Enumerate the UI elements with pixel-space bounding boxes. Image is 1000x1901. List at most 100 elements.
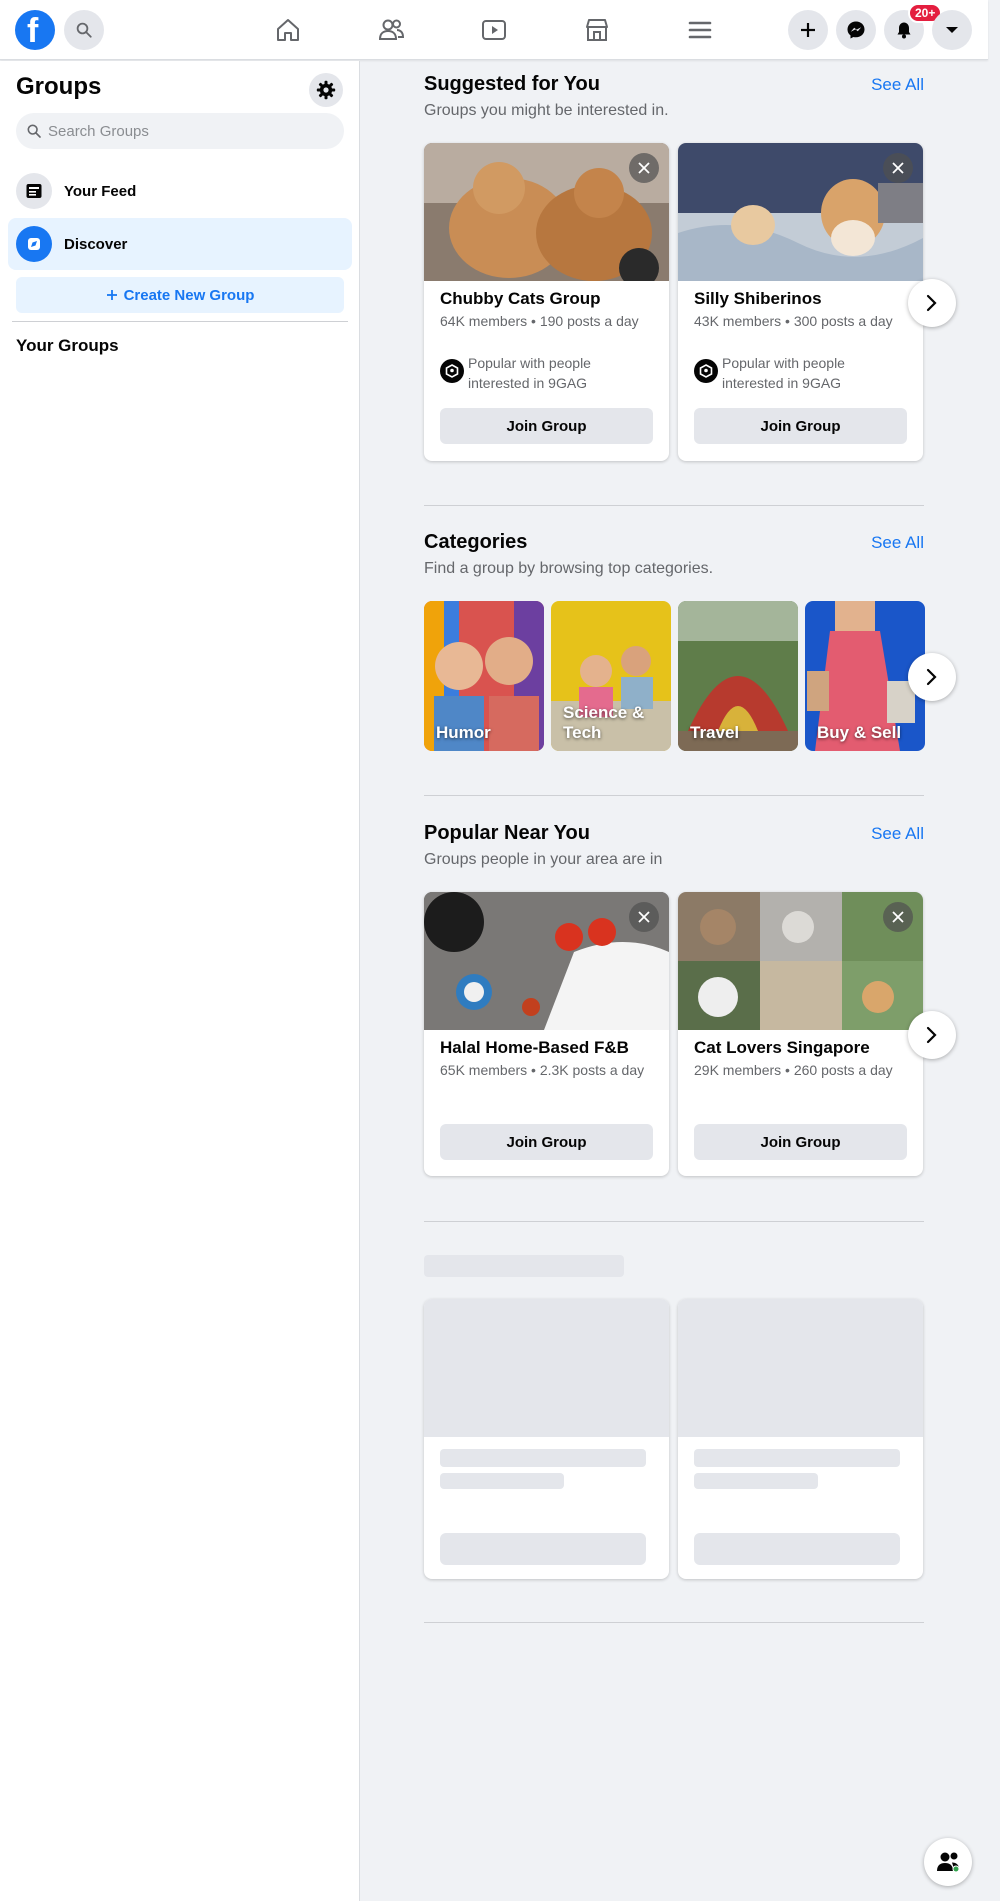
suggested-see-all-link[interactable]: See All [860,75,924,95]
dismiss-card-button[interactable] [629,153,659,183]
category-label: Travel [690,723,740,742]
gear-icon [316,80,336,100]
group-name[interactable]: Silly Shiberinos [694,289,909,309]
join-group-button[interactable]: Join Group [440,408,653,444]
ninegag-icon [440,359,464,383]
section-divider [424,795,924,796]
category-label: Science & Tech [563,703,645,742]
create-new-group-label: Create New Group [123,286,255,304]
new-message-button[interactable] [924,1838,972,1886]
create-button[interactable] [788,10,828,50]
search-groups-input[interactable] [48,113,328,149]
search-icon [76,22,92,38]
ninegag-icon [694,359,718,383]
popular-see-all-link[interactable]: See All [860,824,924,844]
group-name[interactable]: Chubby Cats Group [440,289,655,309]
watch-tab[interactable] [476,12,512,48]
close-icon [638,162,650,174]
marketplace-tab[interactable] [579,12,615,48]
section-divider [424,1221,924,1222]
popular-title: Popular Near You [424,822,590,844]
friends-tab[interactable] [373,12,409,48]
search-button[interactable] [64,10,104,50]
marketplace-icon [586,19,608,41]
skeleton-line [440,1473,564,1489]
group-name[interactable]: Halal Home-Based F&B [440,1038,655,1058]
join-group-button[interactable]: Join Group [694,408,907,444]
dismiss-card-button[interactable] [883,153,913,183]
group-card-chubby-cats[interactable]: Chubby Cats Group 64K members • 190 post… [424,143,669,461]
caret-down-icon [946,27,958,33]
sidebar-item-discover[interactable]: Discover [8,218,352,270]
categories-subtitle: Find a group by browsing top categories. [424,560,714,577]
suggested-title: Suggested for You [424,73,600,95]
group-card-silly-shiberinos[interactable]: Silly Shiberinos 43K members • 300 posts… [678,143,923,461]
skeleton-button [694,1533,900,1565]
categories-title: Categories [424,531,528,553]
create-new-group-button[interactable]: Create New Group [16,277,344,313]
skeleton-line [694,1449,900,1467]
chevron-right-icon [926,1026,937,1044]
suggested-next-button[interactable] [908,279,956,327]
home-tab[interactable] [270,12,306,48]
facebook-logo[interactable]: f [15,10,55,50]
group-stats: 65K members • 2.3K posts a day [440,1062,645,1078]
settings-button[interactable] [309,73,343,107]
menu-tab[interactable] [682,12,718,48]
account-menu-button[interactable] [932,10,972,50]
group-reason: Popular with people interested in 9GAG [440,353,655,393]
group-stats: 64K members • 190 posts a day [440,313,639,329]
messenger-button[interactable] [836,10,876,50]
categories-see-all-link[interactable]: See All [860,533,924,553]
chevron-right-icon [926,668,937,686]
category-travel[interactable]: Travel [678,601,798,751]
your-groups-heading: Your Groups [16,336,119,355]
group-cover-image [678,143,923,281]
join-group-button[interactable]: Join Group [694,1124,907,1160]
category-buy-sell[interactable]: Buy & Sell [805,601,925,751]
skeleton-card [678,1299,923,1579]
skeleton-line [694,1473,818,1489]
plus-icon [106,290,117,300]
group-reason-text: Popular with people interested in 9GAG [722,355,845,391]
close-icon [892,162,904,174]
sidebar-item-your-feed[interactable]: Your Feed [8,165,352,217]
popular-next-button[interactable] [908,1011,956,1059]
sidebar-title: Groups [16,73,102,100]
skeleton-button [440,1533,646,1565]
sidebar-item-label: Your Feed [64,182,137,200]
groups-sidebar: Groups Your Feed [0,61,360,1901]
section-divider [424,505,924,506]
menu-icon [688,21,712,39]
skeleton-title [424,1255,624,1277]
search-groups-box [16,113,344,149]
suggested-subtitle: Groups you might be interested in. [424,102,669,119]
bell-icon [897,22,911,39]
category-science-tech[interactable]: Science & Tech [551,601,671,751]
group-stats: 43K members • 300 posts a day [694,313,893,329]
sidebar-divider [12,321,348,322]
messenger-icon [847,21,865,39]
category-label: Buy & Sell [817,723,902,742]
feed-icon [16,173,52,209]
sidebar-item-label: Discover [64,235,128,253]
dismiss-card-button[interactable] [629,902,659,932]
group-reason: Popular with people interested in 9GAG [694,353,909,393]
discover-icon [16,226,52,262]
group-card-cat-lovers-singapore[interactable]: Cat Lovers Singapore 29K members • 260 p… [678,892,923,1176]
close-icon [638,911,650,923]
group-name[interactable]: Cat Lovers Singapore [694,1038,909,1058]
group-reason-text: Popular with people interested in 9GAG [468,355,591,391]
watch-icon [482,20,506,40]
categories-next-button[interactable] [908,653,956,701]
group-card-halal-home-based[interactable]: Halal Home-Based F&B 65K members • 2.3K … [424,892,669,1176]
skeleton-image [424,1299,669,1437]
group-cover-image [424,143,669,281]
skeleton-image [678,1299,923,1437]
category-humor[interactable]: Humor [424,601,544,751]
people-icon [937,1852,960,1873]
join-group-button[interactable]: Join Group [440,1124,653,1160]
dismiss-card-button[interactable] [883,902,913,932]
plus-icon [801,23,815,37]
group-stats: 29K members • 260 posts a day [694,1062,893,1078]
